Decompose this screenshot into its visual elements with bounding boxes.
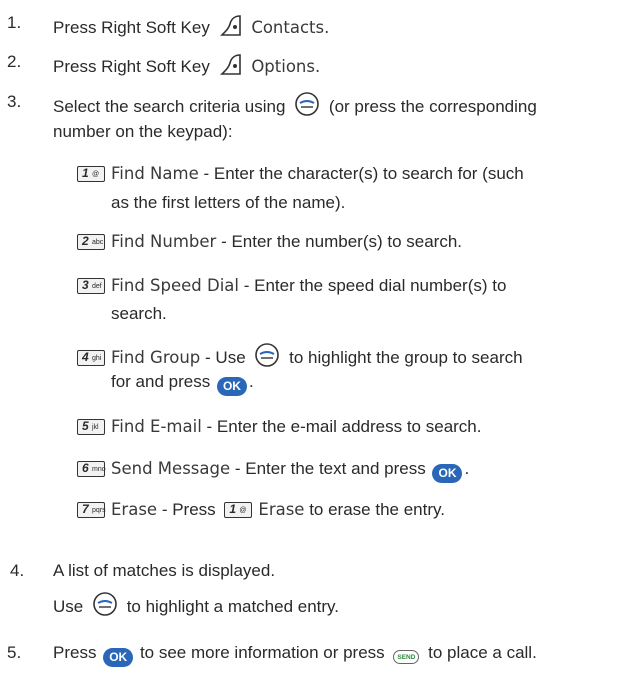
step-text: Press <box>53 643 97 662</box>
option-desc: - Enter the number(s) to search. <box>221 232 463 251</box>
option-label: Find Speed Dial <box>111 276 240 295</box>
step-text: A list of matches is displayed. <box>53 561 276 580</box>
option-desc-cont: to erase the entry. <box>309 500 445 519</box>
option-label: Find E-mail <box>111 417 202 436</box>
ok-key-icon: OK <box>216 377 247 396</box>
option-label: Find Number <box>111 232 217 251</box>
option-label: Send Message <box>111 459 231 478</box>
option-desc: - Enter the character(s) to search for (… <box>203 164 524 183</box>
key-7-icon: 7 pqrs <box>77 502 106 518</box>
step-text: Press Right Soft Key <box>53 18 210 37</box>
option-find-group-cont: for and press OK. <box>111 372 254 396</box>
step-ui-label: Options. <box>251 57 321 76</box>
option-desc-cont: to highlight the group to search <box>289 348 523 367</box>
key-4-icon: 4 ghi <box>77 350 105 366</box>
option-find-email: 5 jkl Find E-mail - Enter the e-mail addre… <box>77 417 482 437</box>
key-3-icon: 3 def <box>77 278 105 294</box>
step-text-cont: to highlight a matched entry. <box>126 597 340 616</box>
step-text: Select the search criteria using <box>53 97 286 116</box>
option-erase: 7 pqrs Erase - Press 1 @ Erase to erase the … <box>77 500 445 520</box>
option-desc: - Use <box>205 348 246 367</box>
option-find-name-cont: as the first letters of the name). <box>111 193 346 212</box>
key-2-icon: 2 abc <box>77 234 105 250</box>
key-6-icon: 6 mno <box>77 461 106 477</box>
key-5-icon: 5 jkl <box>77 419 105 435</box>
step-number: 3. <box>7 92 22 111</box>
navigation-key-icon <box>91 592 119 621</box>
option-desc: - Enter the text and press <box>234 459 426 478</box>
step-text-cont: (or press the corresponding <box>328 97 537 116</box>
option-find-group: 4 ghi Find Group - Use to highlight the gr… <box>77 343 523 372</box>
right-soft-key-icon <box>218 13 244 42</box>
option-find-name: 1 @ Find Name - Enter the character(s) to … <box>77 164 524 184</box>
step-4-line-2: Use to highlight a matched entry. <box>53 592 339 621</box>
key-1-icon: 1 @ <box>224 502 253 518</box>
key-1-icon: 1 @ <box>77 166 105 182</box>
navigation-key-icon <box>253 343 281 372</box>
option-find-number: 2 abc Find Number - Enter the number(s) to… <box>77 232 462 252</box>
option-send-message: 6 mno Send Message - Enter the text and pr… <box>77 459 469 483</box>
option-desc-line2: for and press <box>111 372 211 391</box>
option-find-speed-dial: 3 def Find Speed Dial - Enter the speed di… <box>77 276 506 296</box>
step-number: 5. <box>7 643 22 662</box>
step-number: 2. <box>7 52 22 71</box>
navigation-key-icon <box>293 92 321 121</box>
punctuation: . <box>464 459 470 478</box>
option-desc: - Enter the e-mail address to search. <box>206 417 482 436</box>
step-ui-label: Contacts. <box>251 18 330 37</box>
step-text: Use <box>53 597 84 616</box>
option-label: Find Group <box>111 348 201 367</box>
step-text: Press Right Soft Key <box>53 57 210 76</box>
punctuation: . <box>248 372 254 391</box>
step-text-cont: to see more information or press <box>139 643 385 662</box>
ok-key-icon: OK <box>432 464 463 483</box>
step-3-line-2: number on the keypad): <box>53 122 233 141</box>
option-desc: - Enter the speed dial number(s) to <box>243 276 507 295</box>
ok-key-icon: OK <box>103 648 134 667</box>
option-find-speed-dial-cont: search. <box>111 304 167 323</box>
instruction-document: 1. Press Right Soft Key Contacts. 2. Pre… <box>0 0 632 695</box>
step-number: 1. <box>7 13 22 32</box>
option-label: Erase <box>111 500 158 519</box>
option-desc: - Press <box>161 500 216 519</box>
option-inline-label: Erase <box>258 500 305 519</box>
right-soft-key-icon <box>218 52 244 81</box>
option-label: Find Name <box>111 164 199 183</box>
step-text-end: to place a call. <box>428 643 537 662</box>
step-number: 4. <box>10 561 25 580</box>
send-key-icon: SEND <box>393 650 420 664</box>
